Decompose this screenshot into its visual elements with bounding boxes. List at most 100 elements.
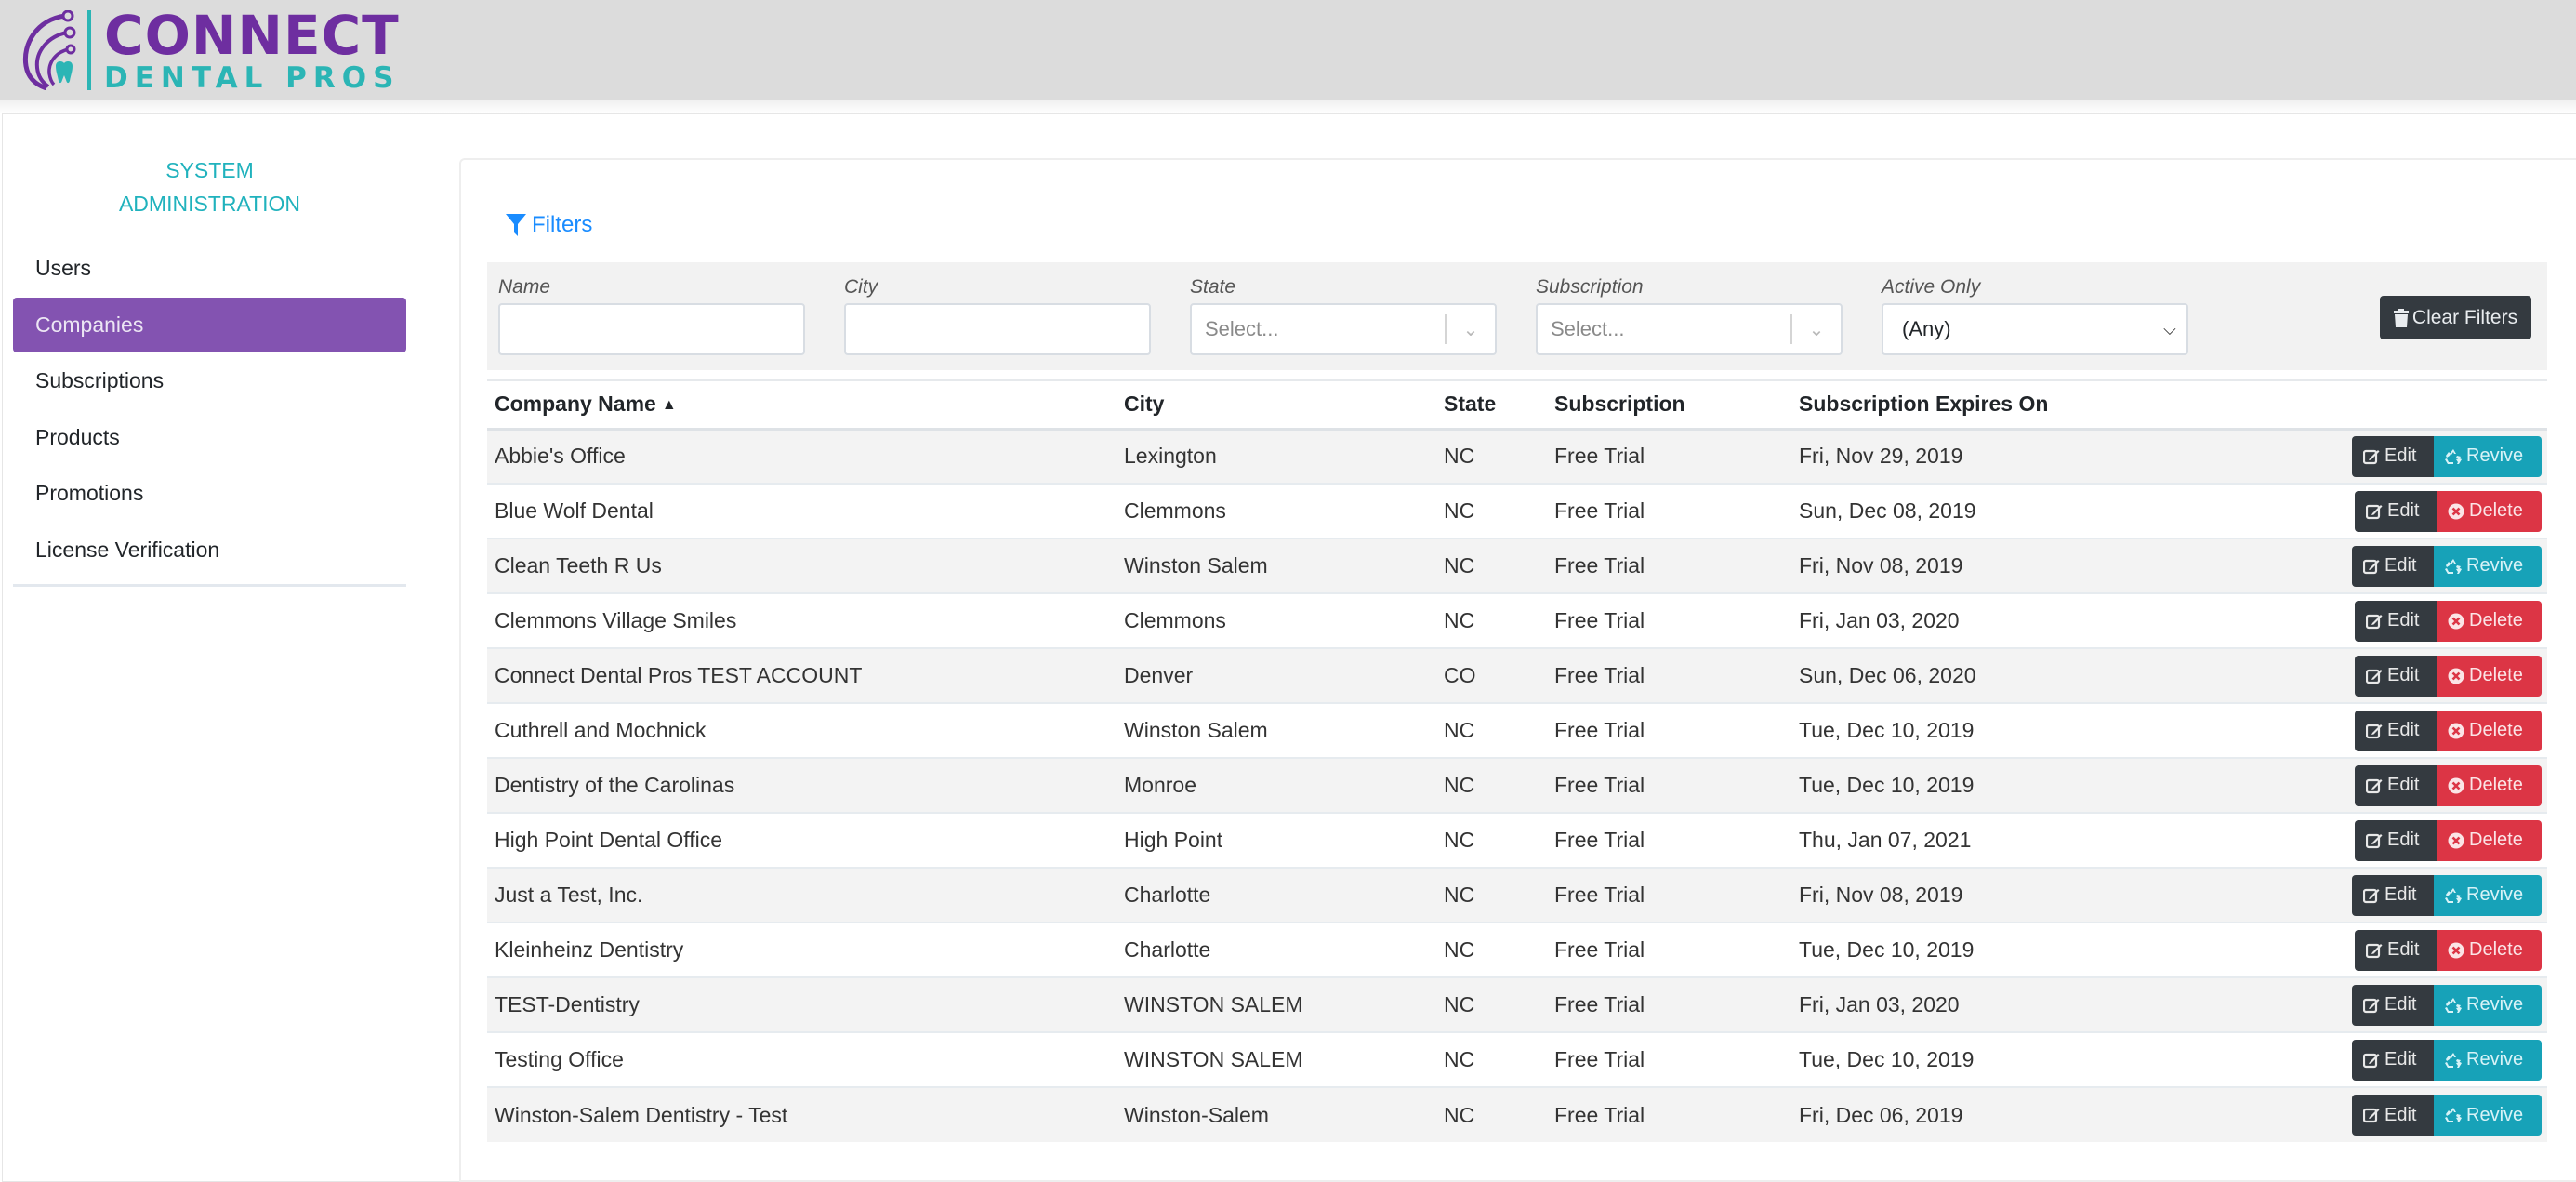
actions-cell: Edit Revive bbox=[2256, 976, 2547, 1032]
city-cell: Lexington bbox=[1116, 428, 1436, 484]
edit-button[interactable]: Edit bbox=[2355, 710, 2437, 751]
city-cell: Winston Salem bbox=[1116, 538, 1436, 593]
revive-button[interactable]: Revive bbox=[2434, 435, 2542, 477]
recycle-icon bbox=[2445, 1052, 2462, 1068]
expires-cell: Fri, Jan 03, 2020 bbox=[1791, 592, 2256, 648]
edit-label: Edit bbox=[2387, 830, 2420, 850]
city-cell: Clemmons bbox=[1116, 592, 1436, 648]
expires-cell: Fri, Nov 08, 2019 bbox=[1791, 538, 2256, 593]
chevron-down-icon[interactable]: ⌄ bbox=[1447, 318, 1495, 341]
revive-button[interactable]: Revive bbox=[2434, 545, 2542, 587]
sidebar: SYSTEM ADMINISTRATION Users Companies Su… bbox=[13, 153, 406, 587]
revive-label: Revive bbox=[2466, 1104, 2524, 1125]
column-header-city[interactable]: City bbox=[1116, 379, 1436, 431]
column-header-company-name[interactable]: Company Name ▲ bbox=[487, 379, 1116, 431]
edit-icon bbox=[2363, 1053, 2380, 1068]
expires-cell: Tue, Dec 10, 2019 bbox=[1791, 757, 2256, 813]
companies-card: Filters Name City State Select... ⌄ Subs… bbox=[459, 158, 2576, 1182]
subscription-cell: Free Trial bbox=[1547, 483, 1791, 538]
sidebar-item-products[interactable]: Products bbox=[13, 410, 406, 465]
sidebar-item-companies[interactable]: Companies bbox=[13, 297, 406, 352]
actions-cell: Edit Revive bbox=[2256, 867, 2547, 923]
active-only-select[interactable]: (Any) ⌵ bbox=[1882, 303, 2188, 355]
delete-button[interactable]: Delete bbox=[2437, 655, 2542, 697]
sidebar-item-subscriptions[interactable]: Subscriptions bbox=[13, 353, 406, 408]
edit-button[interactable]: Edit bbox=[2355, 764, 2437, 806]
edit-label: Edit bbox=[2387, 939, 2420, 960]
edit-button[interactable]: Edit bbox=[2352, 435, 2434, 477]
delete-label: Delete bbox=[2469, 665, 2523, 685]
company-name-cell: Abbie's Office bbox=[487, 428, 1116, 484]
subscription-filter-placeholder: Select... bbox=[1551, 317, 1625, 340]
clear-filters-button[interactable]: Clear Filters bbox=[2380, 296, 2531, 339]
row-action-group: Edit Revive bbox=[2352, 1095, 2542, 1136]
edit-label: Edit bbox=[2384, 1104, 2417, 1125]
state-filter: State Select... ⌄ bbox=[1190, 272, 1497, 355]
times-circle-icon bbox=[2448, 832, 2464, 848]
revive-button[interactable]: Revive bbox=[2434, 874, 2542, 916]
name-filter-input[interactable] bbox=[498, 303, 805, 355]
edit-button[interactable]: Edit bbox=[2352, 545, 2434, 587]
filters-toggle-label: Filters bbox=[532, 212, 593, 237]
times-circle-icon bbox=[2448, 668, 2464, 684]
row-action-group: Edit Revive bbox=[2352, 545, 2542, 587]
delete-button[interactable]: Delete bbox=[2437, 764, 2542, 806]
delete-button[interactable]: Delete bbox=[2437, 929, 2542, 971]
sidebar-item-license-verification[interactable]: License Verification bbox=[13, 523, 406, 578]
edit-button[interactable]: Edit bbox=[2355, 655, 2437, 697]
logo-divider bbox=[87, 10, 91, 90]
revive-label: Revive bbox=[2466, 994, 2524, 1015]
subscription-filter: Subscription Select... ⌄ bbox=[1536, 272, 1843, 355]
filters-toggle[interactable]: Filters bbox=[506, 212, 592, 238]
delete-button[interactable]: Delete bbox=[2437, 600, 2542, 642]
edit-button[interactable]: Edit bbox=[2352, 984, 2434, 1026]
filter-icon bbox=[506, 214, 526, 236]
column-header-expires-on[interactable]: Subscription Expires On bbox=[1791, 379, 2256, 431]
actions-cell: Edit Delete bbox=[2256, 647, 2547, 703]
city-cell: Clemmons bbox=[1116, 483, 1436, 538]
edit-button[interactable]: Edit bbox=[2355, 490, 2437, 532]
filter-panel: Name City State Select... ⌄ Subscription… bbox=[487, 262, 2547, 370]
delete-button[interactable]: Delete bbox=[2437, 490, 2542, 532]
delete-button[interactable]: Delete bbox=[2437, 819, 2542, 861]
revive-button[interactable]: Revive bbox=[2434, 1039, 2542, 1081]
edit-button[interactable]: Edit bbox=[2352, 1039, 2434, 1081]
subscription-filter-select[interactable]: Select... ⌄ bbox=[1536, 303, 1843, 355]
expires-cell: Tue, Dec 10, 2019 bbox=[1791, 702, 2256, 758]
revive-label: Revive bbox=[2466, 445, 2524, 467]
subscription-cell: Free Trial bbox=[1547, 812, 1791, 868]
times-circle-icon bbox=[2448, 723, 2464, 738]
state-filter-placeholder: Select... bbox=[1205, 317, 1279, 340]
subscription-cell: Free Trial bbox=[1547, 976, 1791, 1032]
edit-button[interactable]: Edit bbox=[2352, 874, 2434, 916]
edit-label: Edit bbox=[2384, 1049, 2417, 1069]
subscription-cell: Free Trial bbox=[1547, 757, 1791, 813]
sidebar-item-users[interactable]: Users bbox=[13, 241, 406, 296]
table-row: Winston-Salem Dentistry - Test Winston-S… bbox=[487, 1086, 2547, 1142]
company-name-cell: Just a Test, Inc. bbox=[487, 867, 1116, 923]
revive-label: Revive bbox=[2466, 1049, 2524, 1069]
column-header-state[interactable]: State bbox=[1436, 379, 1547, 431]
sidebar-title-line2: ADMINISTRATION bbox=[118, 192, 301, 216]
table-row: Clemmons Village Smiles Clemmons NC Free… bbox=[487, 592, 2547, 648]
edit-button[interactable]: Edit bbox=[2355, 600, 2437, 642]
edit-label: Edit bbox=[2384, 445, 2417, 467]
state-filter-select[interactable]: Select... ⌄ bbox=[1190, 303, 1497, 355]
sidebar-item-promotions[interactable]: Promotions bbox=[13, 466, 406, 521]
city-cell: Denver bbox=[1116, 647, 1436, 703]
subscription-filter-label: Subscription bbox=[1536, 276, 1644, 298]
edit-button[interactable]: Edit bbox=[2355, 819, 2437, 861]
city-filter-input[interactable] bbox=[844, 303, 1151, 355]
actions-cell: Edit Delete bbox=[2256, 702, 2547, 758]
row-action-group: Edit Revive bbox=[2352, 984, 2542, 1026]
logo[interactable]: CONNECT DENTAL PROS bbox=[19, 7, 400, 93]
sort-ascending-icon: ▲ bbox=[661, 397, 677, 414]
column-header-subscription[interactable]: Subscription bbox=[1547, 379, 1791, 431]
edit-button[interactable]: Edit bbox=[2352, 1095, 2434, 1136]
edit-button[interactable]: Edit bbox=[2355, 929, 2437, 971]
revive-button[interactable]: Revive bbox=[2434, 984, 2542, 1026]
city-cell: Monroe bbox=[1116, 757, 1436, 813]
delete-button[interactable]: Delete bbox=[2437, 710, 2542, 751]
chevron-down-icon[interactable]: ⌄ bbox=[1792, 318, 1841, 341]
revive-button[interactable]: Revive bbox=[2434, 1095, 2542, 1136]
